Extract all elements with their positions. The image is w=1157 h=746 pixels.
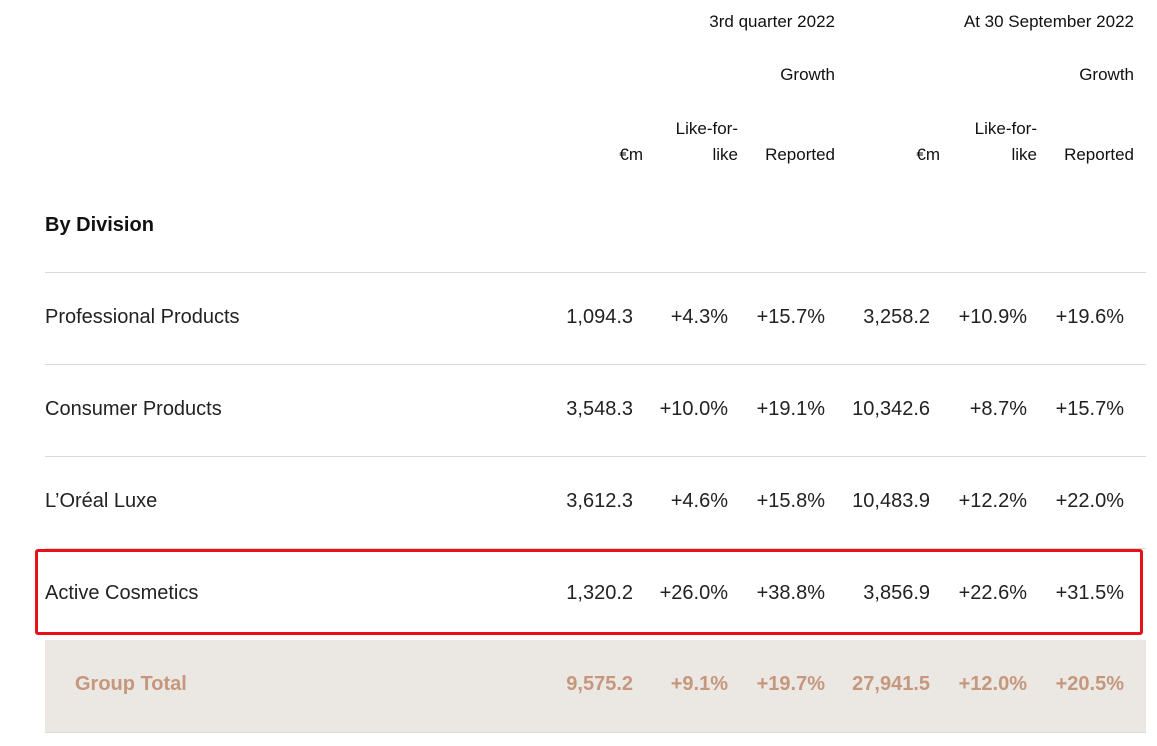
section-title: By Division [45, 214, 154, 236]
ytd-rep-cell: +19.6% [1055, 306, 1124, 328]
ytd-rep-cell: +31.5% [1055, 582, 1124, 604]
col-lfl-q3-line1: Like-for- [675, 119, 738, 138]
col-rep-q3-header: Reported [765, 145, 835, 164]
ytd-eur-cell: 3,258.2 [863, 306, 930, 328]
col-lfl-q3-header: Like-for- like [676, 116, 738, 167]
col-lfl-ytd-line1: Like-for- [974, 119, 1037, 138]
ytd-rep-cell: +22.0% [1055, 490, 1124, 512]
growth-q3-header: Growth [780, 65, 835, 84]
row-label: Active Cosmetics [45, 582, 199, 604]
q3-eur-cell: 3,548.3 [566, 398, 633, 420]
ytd-rep-cell: +15.7% [1055, 398, 1124, 420]
q3-rep-cell: +15.8% [756, 490, 825, 512]
col-lfl-q3-line2: like [712, 145, 738, 164]
table-row: Active Cosmetics 1,320.2 +26.0% +38.8% 3… [45, 548, 1146, 641]
q3-rep-cell: +19.1% [756, 398, 825, 420]
ytd-lfl-cell: +12.2% [958, 490, 1027, 512]
total-q3-rep-cell: +19.7% [756, 673, 825, 695]
q3-rep-cell: +38.8% [756, 582, 825, 604]
total-ytd-eur-cell: 27,941.5 [852, 673, 930, 695]
ytd-eur-cell: 10,483.9 [852, 490, 930, 512]
ytd-eur-cell: 10,342.6 [852, 398, 930, 420]
table-row: Consumer Products 3,548.3 +10.0% +19.1% … [45, 364, 1146, 457]
col-eur-q3-header: €m [619, 145, 643, 164]
q3-lfl-cell: +4.6% [670, 490, 728, 512]
col-lfl-ytd-header: Like-for- like [975, 116, 1037, 167]
q3-eur-cell: 1,094.3 [566, 306, 633, 328]
growth-ytd-header: Growth [1079, 65, 1134, 84]
col-rep-ytd-header: Reported [1064, 145, 1134, 164]
q3-rep-cell: +15.7% [756, 306, 825, 328]
table-row: L’Oréal Luxe 3,612.3 +4.6% +15.8% 10,483… [45, 456, 1146, 549]
row-label: Professional Products [45, 306, 240, 328]
row-label: L’Oréal Luxe [45, 490, 158, 512]
period-q3-header: 3rd quarter 2022 [709, 12, 835, 31]
group-total-row: Group Total 9,575.2 +9.1% +19.7% 27,941.… [45, 640, 1146, 733]
q3-eur-cell: 3,612.3 [566, 490, 633, 512]
total-ytd-rep-cell: +20.5% [1055, 673, 1124, 695]
col-eur-ytd-header: €m [916, 145, 940, 164]
ytd-lfl-cell: +22.6% [958, 582, 1027, 604]
total-q3-eur-cell: 9,575.2 [566, 673, 633, 695]
q3-lfl-cell: +4.3% [670, 306, 728, 328]
total-label: Group Total [75, 673, 187, 695]
row-label: Consumer Products [45, 398, 222, 420]
total-q3-lfl-cell: +9.1% [670, 673, 728, 695]
ytd-eur-cell: 3,856.9 [863, 582, 930, 604]
ytd-lfl-cell: +10.9% [958, 306, 1027, 328]
ytd-lfl-cell: +8.7% [969, 398, 1027, 420]
period-ytd-header: At 30 September 2022 [963, 12, 1134, 31]
q3-eur-cell: 1,320.2 [566, 582, 633, 604]
q3-lfl-cell: +10.0% [659, 398, 728, 420]
q3-lfl-cell: +26.0% [659, 582, 728, 604]
col-lfl-ytd-line2: like [1011, 145, 1037, 164]
table-row: Professional Products 1,094.3 +4.3% +15.… [45, 272, 1146, 365]
total-ytd-lfl-cell: +12.0% [958, 673, 1027, 695]
